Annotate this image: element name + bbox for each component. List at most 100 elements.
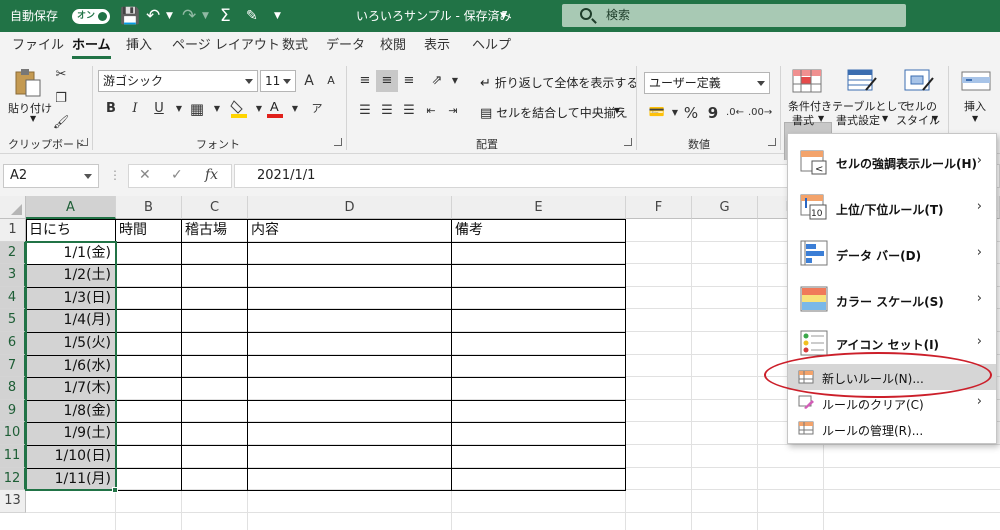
name-box[interactable]: A2 [3, 164, 99, 188]
menu-item-top-bottom-rules[interactable]: 10 上位/下位ルール(T) › [788, 186, 996, 232]
copy-icon[interactable]: ❐ [50, 88, 72, 110]
menu-item-highlight-cells-rules[interactable]: < セルの強調表示ルール(H) › [788, 140, 996, 186]
shrink-font-icon[interactable]: A [320, 70, 342, 92]
undo-dropdown-icon[interactable]: ▼ [166, 0, 173, 32]
cancel-icon[interactable]: ✕ [139, 167, 151, 183]
undo-icon[interactable]: ↶ [146, 0, 160, 32]
font-color-icon[interactable]: A [264, 98, 286, 120]
fill-color-icon[interactable] [228, 98, 250, 120]
row-header[interactable]: 1 [0, 219, 26, 242]
align-middle-icon[interactable]: ≡ [376, 70, 398, 92]
menu-item-color-scales[interactable]: カラー スケール(S) › [788, 278, 996, 324]
phonetic-icon[interactable]: ア [306, 98, 328, 120]
fill-handle[interactable] [112, 487, 118, 494]
row-header[interactable]: 5 [0, 309, 26, 332]
borders-dropdown-icon[interactable]: ▼ [206, 98, 228, 120]
number-launcher-icon[interactable] [768, 138, 776, 146]
orientation-dropdown-icon[interactable]: ▼ [444, 70, 466, 92]
font-size-combo[interactable]: 11 [260, 70, 296, 92]
col-header-g[interactable]: G [692, 196, 758, 219]
align-right-icon[interactable]: ☰ [398, 100, 420, 122]
table-header-cell[interactable]: 備考 [452, 219, 626, 242]
customize-quick-access-icon[interactable]: ▼ [274, 0, 281, 32]
menu-item-data-bars[interactable]: データ バー(D) › [788, 232, 996, 278]
format-table-label-2[interactable]: 書式設定 [836, 112, 880, 128]
align-center-icon[interactable]: ☰ [376, 100, 398, 122]
tab-view[interactable]: 表示 [424, 32, 450, 60]
row-header[interactable]: 8 [0, 377, 26, 400]
table-header-cell[interactable]: 日にち [26, 219, 116, 242]
underline-button[interactable]: U [148, 98, 170, 120]
alignment-launcher-icon[interactable] [624, 138, 632, 146]
wrap-text-button[interactable]: ↵ 折り返して全体を表示する [480, 74, 638, 91]
col-header-d[interactable]: D [248, 196, 452, 219]
font-color-dropdown-icon[interactable]: ▼ [284, 98, 306, 120]
formula-bar-dots-icon[interactable]: ⋮ [109, 168, 121, 182]
row-header[interactable]: 9 [0, 399, 26, 423]
col-header-b[interactable]: B [116, 196, 182, 219]
italic-button[interactable]: I [124, 98, 146, 120]
font-launcher-icon[interactable] [334, 138, 342, 146]
align-bottom-icon[interactable]: ≡ [398, 70, 420, 92]
cell-styles-dropdown-icon[interactable]: ▼ [932, 114, 938, 123]
align-top-icon[interactable]: ≡ [354, 70, 376, 92]
autosum-icon[interactable]: Σ [220, 0, 231, 32]
cell-styles-icon[interactable] [903, 68, 935, 94]
tab-formulas[interactable]: 数式 [282, 32, 308, 60]
tab-page-layout[interactable]: ページ レイアウト [172, 32, 280, 60]
clipboard-launcher-icon[interactable] [80, 138, 88, 146]
tab-help[interactable]: ヘルプ [472, 32, 511, 60]
row-header[interactable]: 13 [0, 490, 26, 513]
redo-icon[interactable]: ↷ [182, 0, 196, 32]
row-header[interactable]: 2 [0, 241, 26, 265]
col-header-c[interactable]: C [182, 196, 248, 219]
row-header[interactable]: 6 [0, 332, 26, 355]
merge-center-button[interactable]: ▤ セルを結合して中央揃え [480, 104, 628, 121]
title-dropdown-icon[interactable]: ▼ [500, 0, 507, 32]
menu-item-manage-rules[interactable]: ルールの管理(R)... [788, 416, 996, 442]
percent-button[interactable]: % [680, 102, 702, 124]
comma-style-button[interactable]: 9 [702, 102, 724, 124]
table-header-cell[interactable]: 稽古場 [182, 219, 248, 242]
row-header[interactable]: 3 [0, 264, 26, 287]
col-header-f[interactable]: F [626, 196, 692, 219]
insert-cells-label[interactable]: 挿入 [964, 98, 986, 114]
col-header-a[interactable]: A [26, 196, 116, 219]
cut-icon[interactable]: ✂ [50, 64, 72, 86]
number-format-combo[interactable]: ユーザー定義 [644, 72, 770, 94]
row-header[interactable]: 12 [0, 467, 26, 491]
align-left-icon[interactable]: ☰ [354, 100, 376, 122]
decrease-decimal-icon[interactable]: .00→ [748, 102, 772, 124]
table-header-cell[interactable]: 時間 [116, 219, 182, 242]
save-icon[interactable]: 💾 [120, 0, 140, 32]
tab-review[interactable]: 校閲 [380, 32, 406, 60]
increase-decimal-icon[interactable]: .0← [724, 102, 746, 124]
tab-file[interactable]: ファイル [12, 32, 64, 60]
merge-dropdown-icon[interactable]: ▼ [614, 106, 620, 115]
bold-button[interactable]: B [100, 98, 122, 120]
decrease-indent-icon[interactable]: ⇤ [420, 100, 442, 122]
tab-data[interactable]: データ [326, 32, 365, 60]
format-painter-icon[interactable]: 🖌 [50, 112, 72, 134]
insert-dropdown-icon[interactable]: ▼ [972, 114, 978, 123]
autosave-toggle[interactable]: オン [72, 9, 110, 24]
enter-icon[interactable]: ✓ [171, 167, 183, 183]
row-header[interactable]: 11 [0, 445, 26, 468]
format-as-table-icon[interactable] [846, 68, 878, 94]
increase-indent-icon[interactable]: ⇥ [442, 100, 464, 122]
row-header[interactable]: 4 [0, 286, 26, 310]
select-all-button[interactable] [0, 196, 26, 219]
tab-home[interactable]: ホーム [72, 32, 111, 60]
redo-dropdown-icon[interactable]: ▼ [202, 0, 209, 32]
insert-function-icon[interactable]: fx [205, 167, 218, 183]
insert-cells-icon[interactable] [960, 68, 992, 94]
format-table-dropdown-icon[interactable]: ▼ [882, 114, 888, 123]
borders-icon[interactable]: ▦ [186, 98, 208, 120]
table-header-cell[interactable]: 内容 [248, 219, 452, 242]
tab-insert[interactable]: 挿入 [126, 32, 152, 60]
format-painter-qa-icon[interactable]: ✎ [246, 0, 258, 32]
font-name-combo[interactable]: 游ゴシック [98, 70, 258, 92]
row-header[interactable]: 7 [0, 354, 26, 378]
row-header[interactable]: 10 [0, 422, 26, 445]
grow-font-icon[interactable]: A [298, 70, 320, 92]
